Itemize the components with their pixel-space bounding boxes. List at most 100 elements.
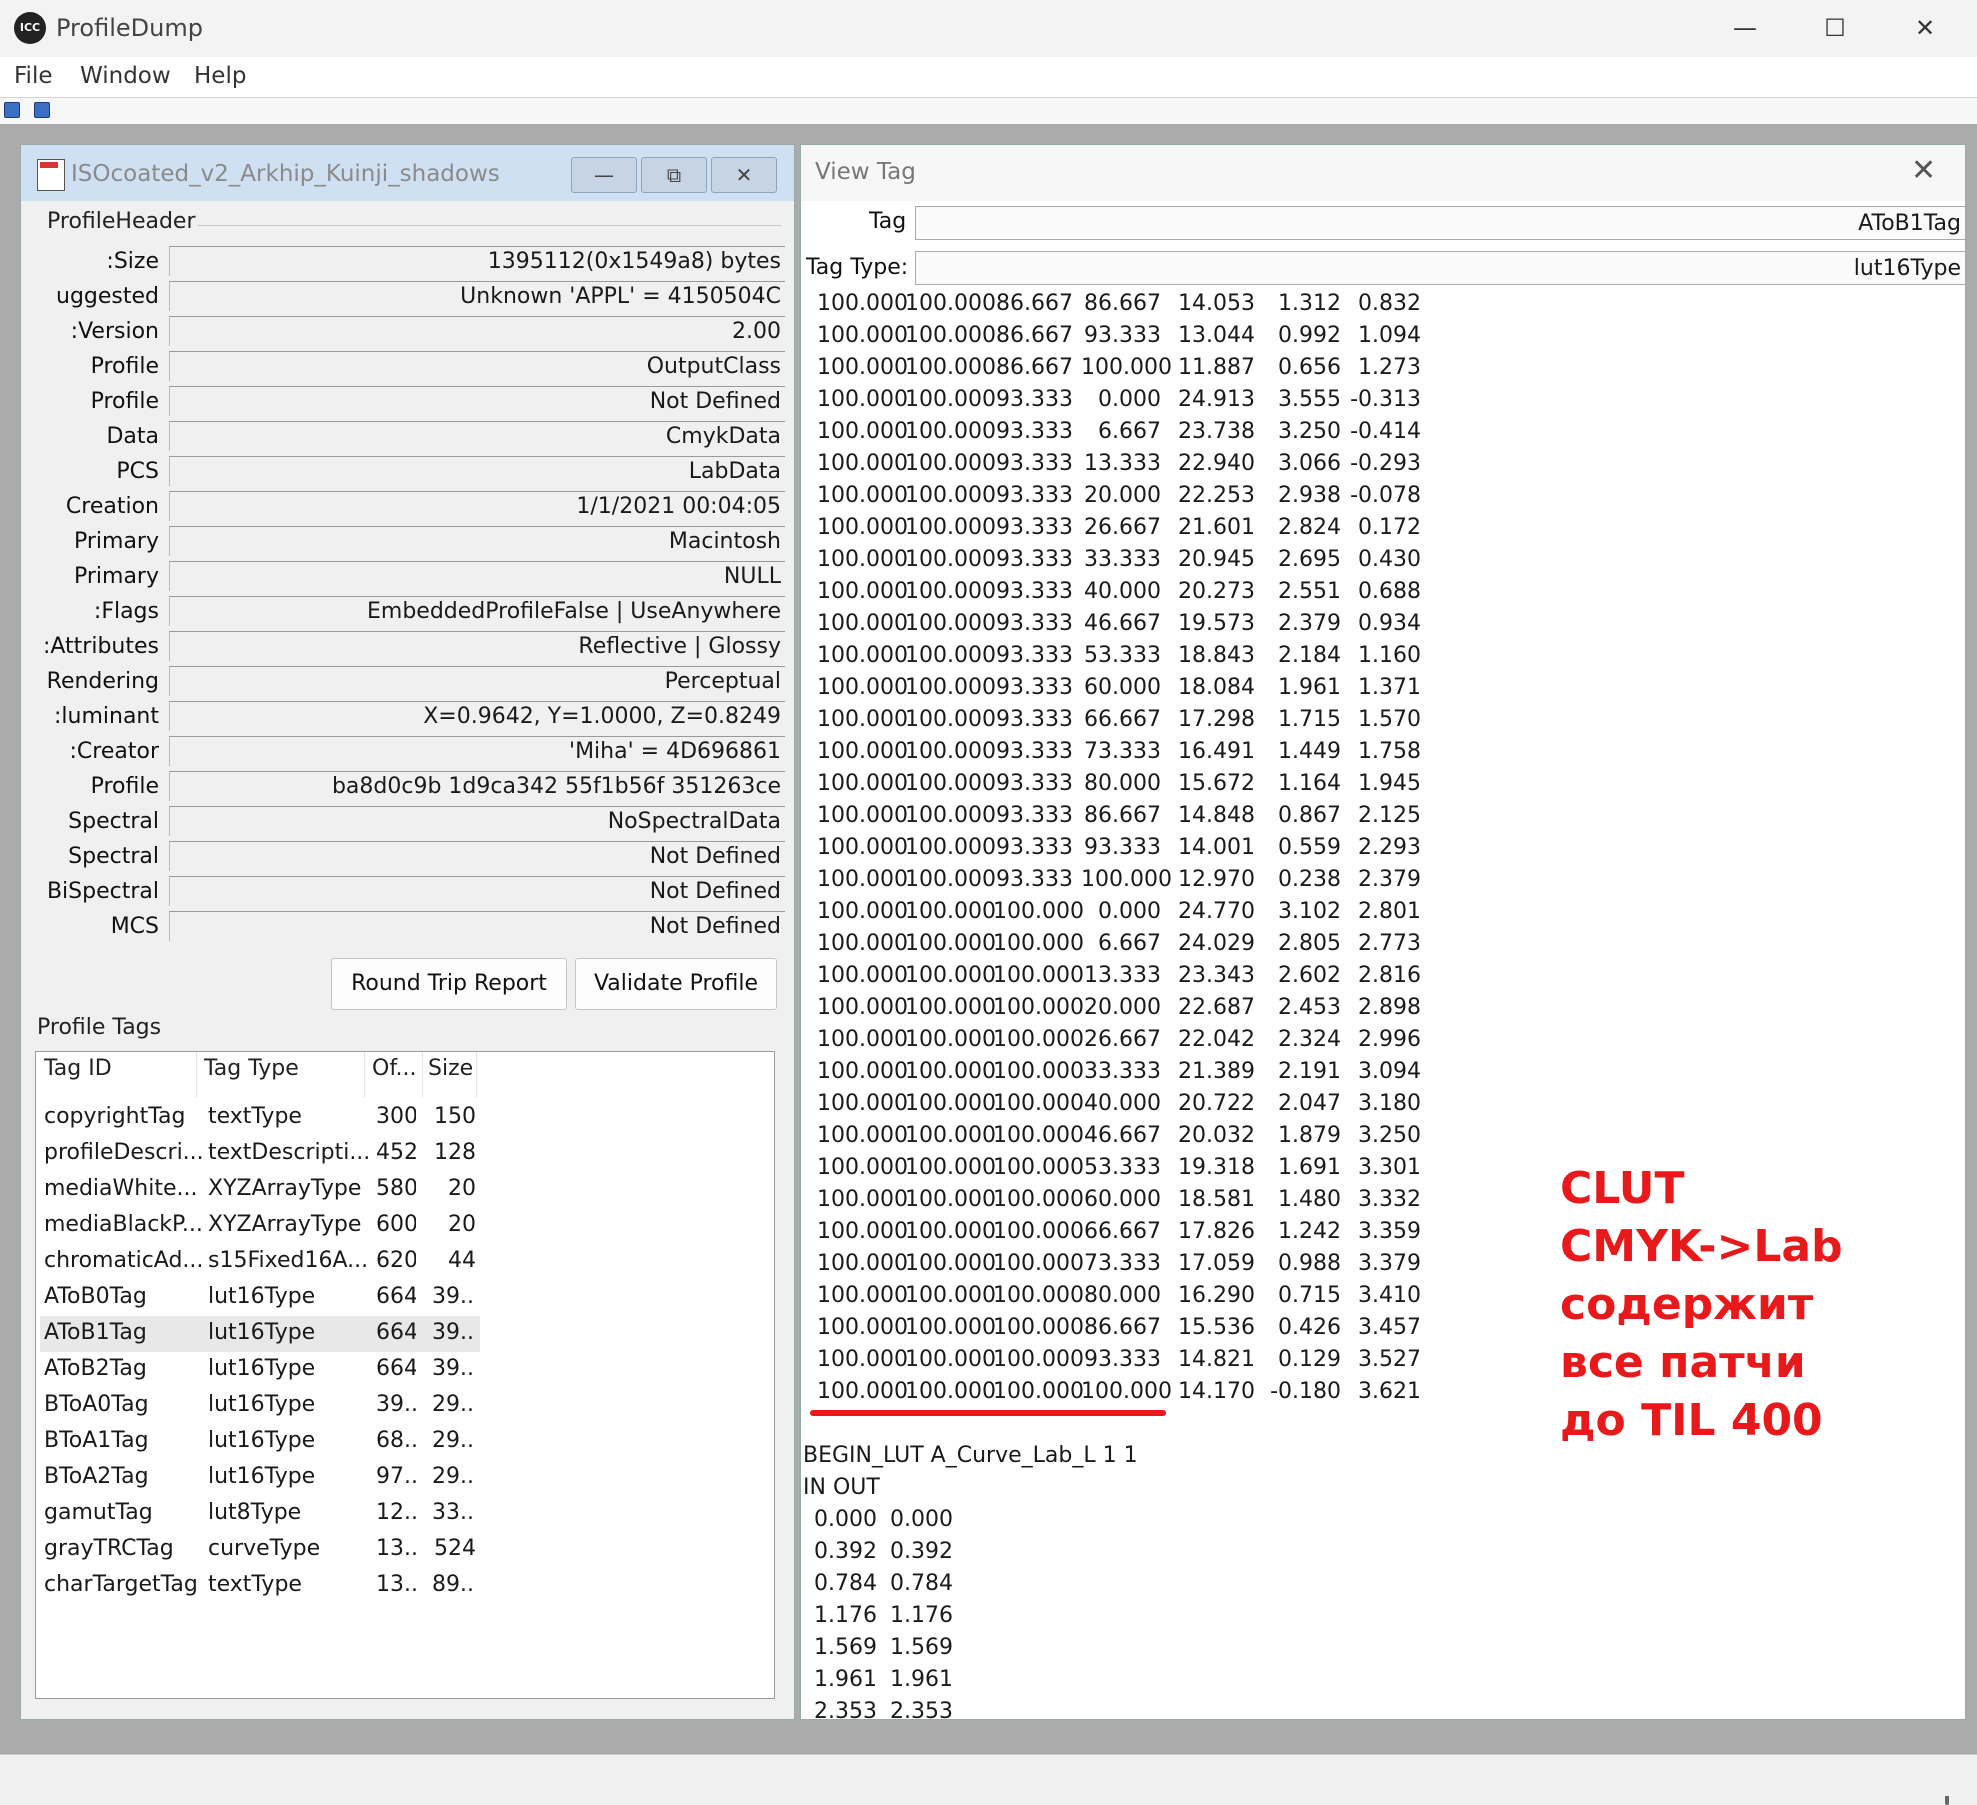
header-field-value: Not Defined bbox=[169, 876, 785, 906]
maximize-button[interactable]: ☐ bbox=[1790, 0, 1880, 57]
tag-row[interactable]: chromaticAd... s15Fixed16A... 620 44 bbox=[40, 1244, 480, 1280]
clut-value: 3.359 bbox=[1358, 1219, 1421, 1244]
clut-value: 1.691 bbox=[1278, 1155, 1341, 1180]
tag-row[interactable]: mediaBlackP... XYZArrayType 600 20 bbox=[40, 1208, 480, 1244]
header-field-row: luminant: X=0.9642, Y=1.0000, Z=0.8249 bbox=[35, 700, 795, 734]
clut-value: 2.184 bbox=[1278, 643, 1341, 668]
clut-value: 3.180 bbox=[1358, 1091, 1421, 1116]
curve-value: 1.176 bbox=[890, 1603, 953, 1628]
tag-row[interactable]: BToA2Tag lut16Type 97... 29... bbox=[40, 1460, 480, 1496]
view-tag-title-bar: View Tag ✕ bbox=[801, 145, 1965, 201]
clut-value: 86.667 bbox=[996, 355, 1073, 380]
tag-cell: lut16Type bbox=[208, 1428, 316, 1453]
clut-value: 100.000 bbox=[905, 803, 996, 828]
tag-row[interactable]: charTargetTag textType 13... 89... bbox=[40, 1568, 480, 1604]
header-field-row: Flags: EmbeddedProfileFalse | UseAnywhere bbox=[35, 595, 795, 629]
clut-value: 2.805 bbox=[1278, 931, 1341, 956]
tag-cell: 39... bbox=[432, 1320, 476, 1345]
column-tag-id[interactable]: Tag ID bbox=[44, 1056, 112, 1081]
header-field-row: Data CmykData bbox=[35, 420, 795, 454]
clut-value: 100.000 bbox=[905, 1155, 996, 1180]
header-field-label: Creator: bbox=[69, 739, 160, 764]
column-tag-type[interactable]: Tag Type bbox=[204, 1056, 299, 1081]
tag-row[interactable]: BToA1Tag lut16Type 68... 29... bbox=[40, 1424, 480, 1460]
clut-value: 3.332 bbox=[1358, 1187, 1421, 1212]
open-icon[interactable] bbox=[4, 102, 20, 118]
menu-window[interactable]: Window bbox=[80, 63, 171, 89]
clut-value: 60.000 bbox=[1084, 675, 1161, 700]
clut-value: 3.457 bbox=[1358, 1315, 1421, 1340]
clut-value: 21.389 bbox=[1178, 1059, 1255, 1084]
tag-row[interactable]: BToA0Tag lut16Type 39... 29... bbox=[40, 1388, 480, 1424]
tag-row[interactable]: AToB0Tag lut16Type 664 39... bbox=[40, 1280, 480, 1316]
column-size[interactable]: Size bbox=[428, 1056, 473, 1081]
clut-value: 1.715 bbox=[1278, 707, 1341, 732]
child-close-button[interactable]: ✕ bbox=[711, 157, 777, 193]
close-button[interactable]: ✕ bbox=[1880, 0, 1970, 57]
clut-value: 100.000 bbox=[905, 1027, 996, 1052]
tag-row[interactable]: AToB2Tag lut16Type 664 39... bbox=[40, 1352, 480, 1388]
tag-cell: lut16Type bbox=[208, 1356, 316, 1381]
header-field-row: Primary NULL bbox=[35, 560, 795, 594]
tag-cell: XYZArrayType bbox=[208, 1176, 362, 1201]
close-icon[interactable]: ✕ bbox=[1911, 153, 1936, 188]
clut-value: 100.000 bbox=[817, 931, 908, 956]
profile-tags-list[interactable]: Tag ID Tag Type Of... Size copyrightTag t… bbox=[35, 1051, 775, 1699]
clut-value: 100.000 bbox=[817, 707, 908, 732]
clut-value: 100.000 bbox=[905, 579, 996, 604]
tag-row[interactable]: gamutTag lut8Type 12... 33... bbox=[40, 1496, 480, 1532]
clut-value: 100.000 bbox=[905, 355, 996, 380]
tag-cell: charTargetTag bbox=[44, 1572, 198, 1597]
clut-value: 73.333 bbox=[1084, 739, 1161, 764]
header-field-label: Spectral bbox=[68, 809, 159, 834]
tag-row[interactable]: mediaWhite... XYZArrayType 580 20 bbox=[40, 1172, 480, 1208]
tag-cell: 580 bbox=[376, 1176, 416, 1201]
tag-cell: 150 bbox=[434, 1104, 476, 1129]
column-divider[interactable] bbox=[476, 1052, 477, 1098]
red-annotation: CLUT CMYK->Lab содержит все патчи до TIL 400 bbox=[1560, 1160, 1843, 1450]
clut-value: 100.000 bbox=[817, 355, 908, 380]
tag-cell: lut16Type bbox=[208, 1284, 316, 1309]
clut-value: 100.000 bbox=[905, 1347, 996, 1372]
menu-help[interactable]: Help bbox=[194, 63, 246, 89]
minimize-button[interactable]: — bbox=[1700, 0, 1790, 57]
clut-value: 93.333 bbox=[996, 419, 1073, 444]
annotation-line: содержит bbox=[1560, 1279, 1814, 1330]
child-minimize-button[interactable]: — bbox=[571, 157, 637, 193]
header-field-row: PCS LabData bbox=[35, 455, 795, 489]
tag-cell: chromaticAd... bbox=[44, 1248, 204, 1273]
round-trip-report-button[interactable]: Round Trip Report bbox=[331, 958, 567, 1010]
curve-columns: IN OUT bbox=[803, 1475, 880, 1500]
clut-value: 0.988 bbox=[1278, 1251, 1341, 1276]
tag-dump-text[interactable]: 100.000 100.000 86.667 86.667 14.053 1.312 0.8… bbox=[801, 291, 1931, 1719]
tag-cell: lut16Type bbox=[208, 1464, 316, 1489]
clut-value: 20.000 bbox=[1084, 995, 1161, 1020]
curve-value: 1.569 bbox=[890, 1635, 953, 1660]
tag-row[interactable]: grayTRCTag curveType 13... 524 bbox=[40, 1532, 480, 1568]
column-divider[interactable] bbox=[422, 1052, 423, 1098]
column-divider[interactable] bbox=[364, 1052, 365, 1098]
clut-value: 100.000 bbox=[817, 291, 908, 316]
clut-value: 0.867 bbox=[1278, 803, 1341, 828]
tag-row[interactable]: copyrightTag textType 300 150 bbox=[40, 1100, 480, 1136]
clut-value: 2.996 bbox=[1358, 1027, 1421, 1052]
column-divider[interactable] bbox=[196, 1052, 197, 1098]
vertical-scrollbar[interactable] bbox=[1931, 291, 1965, 1805]
clut-value: 18.084 bbox=[1178, 675, 1255, 700]
info-icon[interactable] bbox=[34, 102, 50, 118]
tag-row[interactable]: AToB1Tag lut16Type 664 39... bbox=[40, 1316, 480, 1352]
validate-profile-button[interactable]: Validate Profile bbox=[575, 958, 777, 1010]
clut-value: 73.333 bbox=[1084, 1251, 1161, 1276]
tag-cell: 600 bbox=[376, 1212, 416, 1237]
clut-value: 17.826 bbox=[1178, 1219, 1255, 1244]
column-offset[interactable]: Of... bbox=[372, 1056, 416, 1081]
tag-row[interactable]: profileDescri... textDescripti... 452 128 bbox=[40, 1136, 480, 1172]
clut-value: 3.301 bbox=[1358, 1155, 1421, 1180]
clut-value: 100.000 bbox=[905, 419, 996, 444]
clut-value: 40.000 bbox=[1084, 579, 1161, 604]
menu-file[interactable]: File bbox=[14, 63, 53, 89]
child-restore-button[interactable]: ⧉ bbox=[641, 157, 707, 193]
header-field-value: Macintosh bbox=[169, 526, 785, 556]
clut-value: 100.000 bbox=[905, 1379, 996, 1404]
clut-value: 100.000 bbox=[905, 1091, 996, 1116]
